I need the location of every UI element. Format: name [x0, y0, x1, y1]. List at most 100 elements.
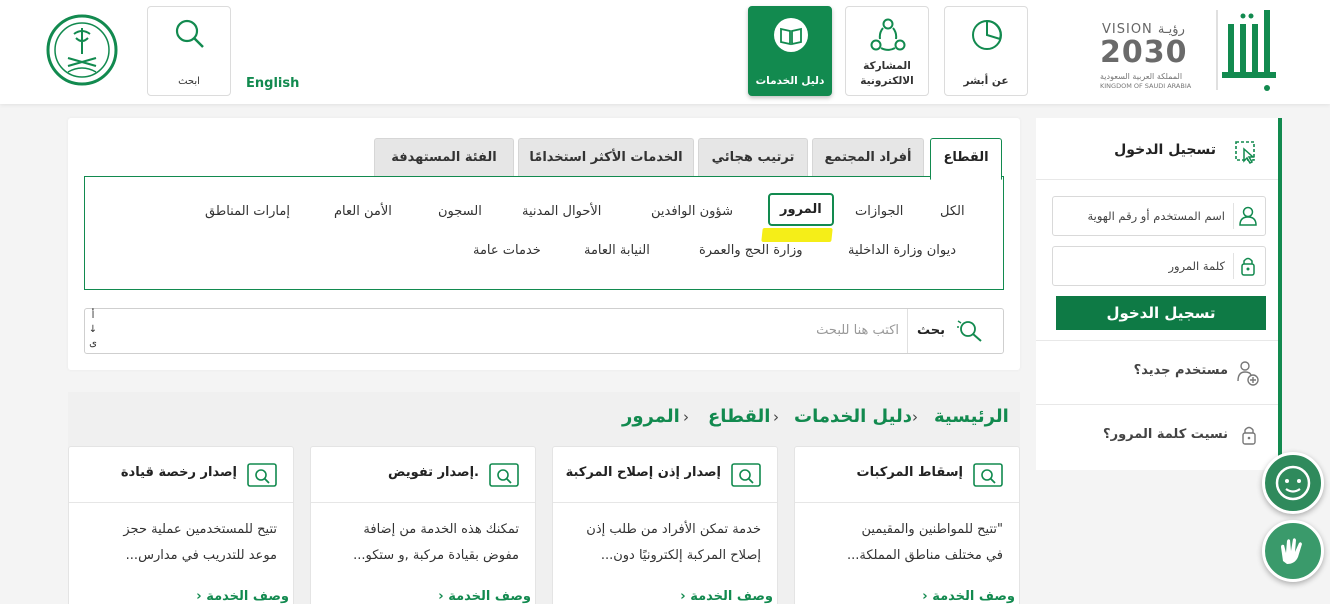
- breadcrumb-current: المرور: [622, 406, 680, 427]
- service-details-link[interactable]: وصف الخدمة ‹: [922, 589, 1015, 604]
- service-desc-line2: إصلاح المركبة إلكترونيًا دون...: [600, 548, 761, 563]
- tab-community[interactable]: أفراد المجتمع: [812, 138, 924, 176]
- sector-expat-affairs[interactable]: شؤون الوافدين: [651, 204, 733, 219]
- service-details-link[interactable]: وصف الخدمة ‹: [438, 589, 531, 604]
- sector-passports[interactable]: الجوازات: [855, 204, 903, 219]
- service-search-button[interactable]: بحث: [907, 309, 1003, 353]
- login-cursor-icon: [1235, 141, 1255, 164]
- nav-e-participation-line1: المشاركة: [863, 60, 911, 72]
- password-field[interactable]: كلمة المرور: [1052, 246, 1266, 286]
- sector-regional-emirates[interactable]: إمارات المناطق: [205, 204, 290, 219]
- service-filter-card: القطاع أفراد المجتمع ترتيب هجائي الخدمات…: [68, 118, 1020, 370]
- service-card-title: إصدار رخصة قيادة: [120, 465, 237, 480]
- service-details-link[interactable]: وصف الخدمة ‹: [196, 589, 289, 604]
- service-desc-line1: خدمة تمكن الأفراد من طلب إذن: [586, 522, 761, 537]
- sector-all[interactable]: الكل: [940, 204, 965, 219]
- sector-prisons[interactable]: السجون: [438, 204, 482, 219]
- service-card[interactable]: إصدار تفويض. تمكنك هذه الخدمة من إضافة م…: [310, 446, 536, 604]
- service-card-description: تتيح للمستخدمين عملية حجز موعد للتدريب ف…: [81, 517, 277, 569]
- service-details-label: وصف الخدمة: [690, 589, 773, 604]
- service-search-icon: [247, 463, 277, 487]
- service-details-label: وصف الخدمة: [206, 589, 289, 604]
- nav-e-participation[interactable]: المشاركة الالكترونية: [845, 6, 929, 96]
- nav-service-guide-label: دليل الخدمات: [755, 75, 825, 87]
- hint-first-letter: أ: [91, 310, 95, 321]
- sector-ministry-diwan[interactable]: ديوان وزارة الداخلية: [848, 243, 956, 258]
- user-icon: [1233, 203, 1259, 229]
- service-card[interactable]: إسقاط المركبات "تتيح للمواطنين والمقيمين…: [794, 446, 1020, 604]
- vision-year: 2030: [1100, 35, 1188, 70]
- service-details-label: وصف الخدمة: [932, 589, 1015, 604]
- sector-public-prosecution[interactable]: النيابة العامة: [584, 243, 650, 258]
- ministry-logo: [46, 14, 118, 86]
- service-card-description: تمكنك هذه الخدمة من إضافة مفوض بقيادة مر…: [323, 517, 519, 569]
- sector-traffic[interactable]: المرور: [768, 193, 834, 226]
- nav-about-absher[interactable]: عن أبشر: [944, 6, 1028, 96]
- chevron-left-icon: ‹: [680, 589, 686, 604]
- service-card-description: "تتيح للمواطنين والمقيمين في مختلف مناطق…: [807, 517, 1003, 569]
- sector-list: الكل الجوازات المرور شؤون الوافدين الأحو…: [84, 176, 1004, 290]
- sector-public-security[interactable]: الأمن العام: [334, 204, 392, 219]
- service-card[interactable]: إصدار رخصة قيادة تتيح للمستخدمين عملية ح…: [68, 446, 294, 604]
- service-card[interactable]: إصدار إذن إصلاح المركبة خدمة تمكن الأفرا…: [552, 446, 778, 604]
- header-search-button[interactable]: ابحث: [147, 6, 231, 96]
- service-card-header: إسقاط المركبات: [795, 447, 1019, 503]
- lock-outline-icon: [1242, 426, 1256, 445]
- tab-sector[interactable]: القطاع: [930, 138, 1002, 180]
- add-user-icon: [1237, 361, 1259, 386]
- vision-country-ar: المملكة العربية السعودية: [1100, 72, 1183, 81]
- sector-hajj-umrah[interactable]: وزارة الحج والعمرة: [699, 243, 803, 258]
- new-user-label: مستخدم جديد؟: [1133, 363, 1228, 378]
- chevron-left-icon: ‹: [196, 589, 202, 604]
- sector-civil-affairs[interactable]: الأحوال المدنية: [522, 204, 601, 219]
- alphabet-sort-hint[interactable]: أ ↓ ى: [87, 309, 99, 351]
- forgot-password-label: نسيت كلمة المرور؟: [1103, 427, 1228, 442]
- forgot-password-link[interactable]: نسيت كلمة المرور؟: [1036, 404, 1278, 468]
- sector-general-services[interactable]: خدمات عامة: [473, 243, 541, 258]
- service-details-link[interactable]: وصف الخدمة ‹: [680, 589, 773, 604]
- chat-assistant-icon: [1275, 465, 1311, 501]
- sign-language-icon: [1281, 538, 1302, 564]
- service-desc-line1: "تتيح للمواطنين والمقيمين: [861, 522, 1004, 537]
- chevron-left-icon: ‹: [438, 589, 444, 604]
- service-desc-line2: مفوض بقيادة مركبة ,و ستكو...: [353, 548, 519, 563]
- tab-alphabetical[interactable]: ترتيب هجائي: [698, 138, 808, 176]
- service-desc-line1: تتيح للمستخدمين عملية حجز: [123, 522, 277, 537]
- search-icon: [175, 19, 204, 48]
- breadcrumb-sector[interactable]: القطاع: [708, 406, 770, 427]
- tab-target-group[interactable]: الفئة المستهدفة: [374, 138, 514, 176]
- highlight-annotation: [761, 228, 833, 242]
- breadcrumb-service-guide[interactable]: دليل الخدمات: [794, 406, 912, 427]
- breadcrumb-separator: ›: [912, 408, 918, 426]
- service-search-label: بحث: [916, 323, 945, 338]
- service-card-title: إصدار تفويض.: [388, 465, 479, 480]
- login-submit-button[interactable]: تسجيل الدخول: [1056, 296, 1266, 330]
- nav-e-participation-line2: الالكترونية: [860, 75, 914, 87]
- password-placeholder: كلمة المرور: [1168, 259, 1225, 273]
- chat-assistant-button[interactable]: [1262, 452, 1324, 514]
- login-panel: تسجيل الدخول اسم المستخدم أو رقم الهوية …: [1036, 118, 1282, 470]
- site-header: VISION رؤيـة 2030 المملكة العربية السعود…: [0, 0, 1330, 104]
- lock-icon: [1233, 253, 1259, 279]
- service-desc-line2: في مختلف مناطق المملكة...: [847, 548, 1003, 563]
- breadcrumb-separator: ›: [773, 408, 779, 426]
- nav-service-guide[interactable]: دليل الخدمات: [748, 6, 832, 96]
- sign-language-button[interactable]: [1262, 520, 1324, 582]
- service-search-input[interactable]: اكتب هنا للبحث: [816, 323, 899, 338]
- chevron-left-icon: ‹: [922, 589, 928, 604]
- service-desc-line1: تمكنك هذه الخدمة من إضافة: [363, 522, 519, 537]
- english-language-link[interactable]: English: [246, 76, 299, 91]
- service-details-label: وصف الخدمة: [448, 589, 531, 604]
- new-user-link[interactable]: مستخدم جديد؟: [1036, 340, 1278, 404]
- absher-logo[interactable]: [1216, 6, 1280, 96]
- tab-most-used[interactable]: الخدمات الأكثر استخدامًا: [518, 138, 694, 176]
- breadcrumb-separator: ›: [683, 408, 689, 426]
- nav-about-label: عن أبشر: [963, 75, 1009, 87]
- hint-arrow: ↓: [88, 324, 98, 335]
- service-card-header: إصدار إذن إصلاح المركبة: [553, 447, 777, 503]
- username-placeholder: اسم المستخدم أو رقم الهوية: [1087, 209, 1225, 223]
- username-field[interactable]: اسم المستخدم أو رقم الهوية: [1052, 196, 1266, 236]
- service-card-title: إسقاط المركبات: [856, 465, 963, 480]
- breadcrumb-home[interactable]: الرئيسية: [934, 406, 1009, 427]
- service-card-header: إصدار رخصة قيادة: [69, 447, 293, 503]
